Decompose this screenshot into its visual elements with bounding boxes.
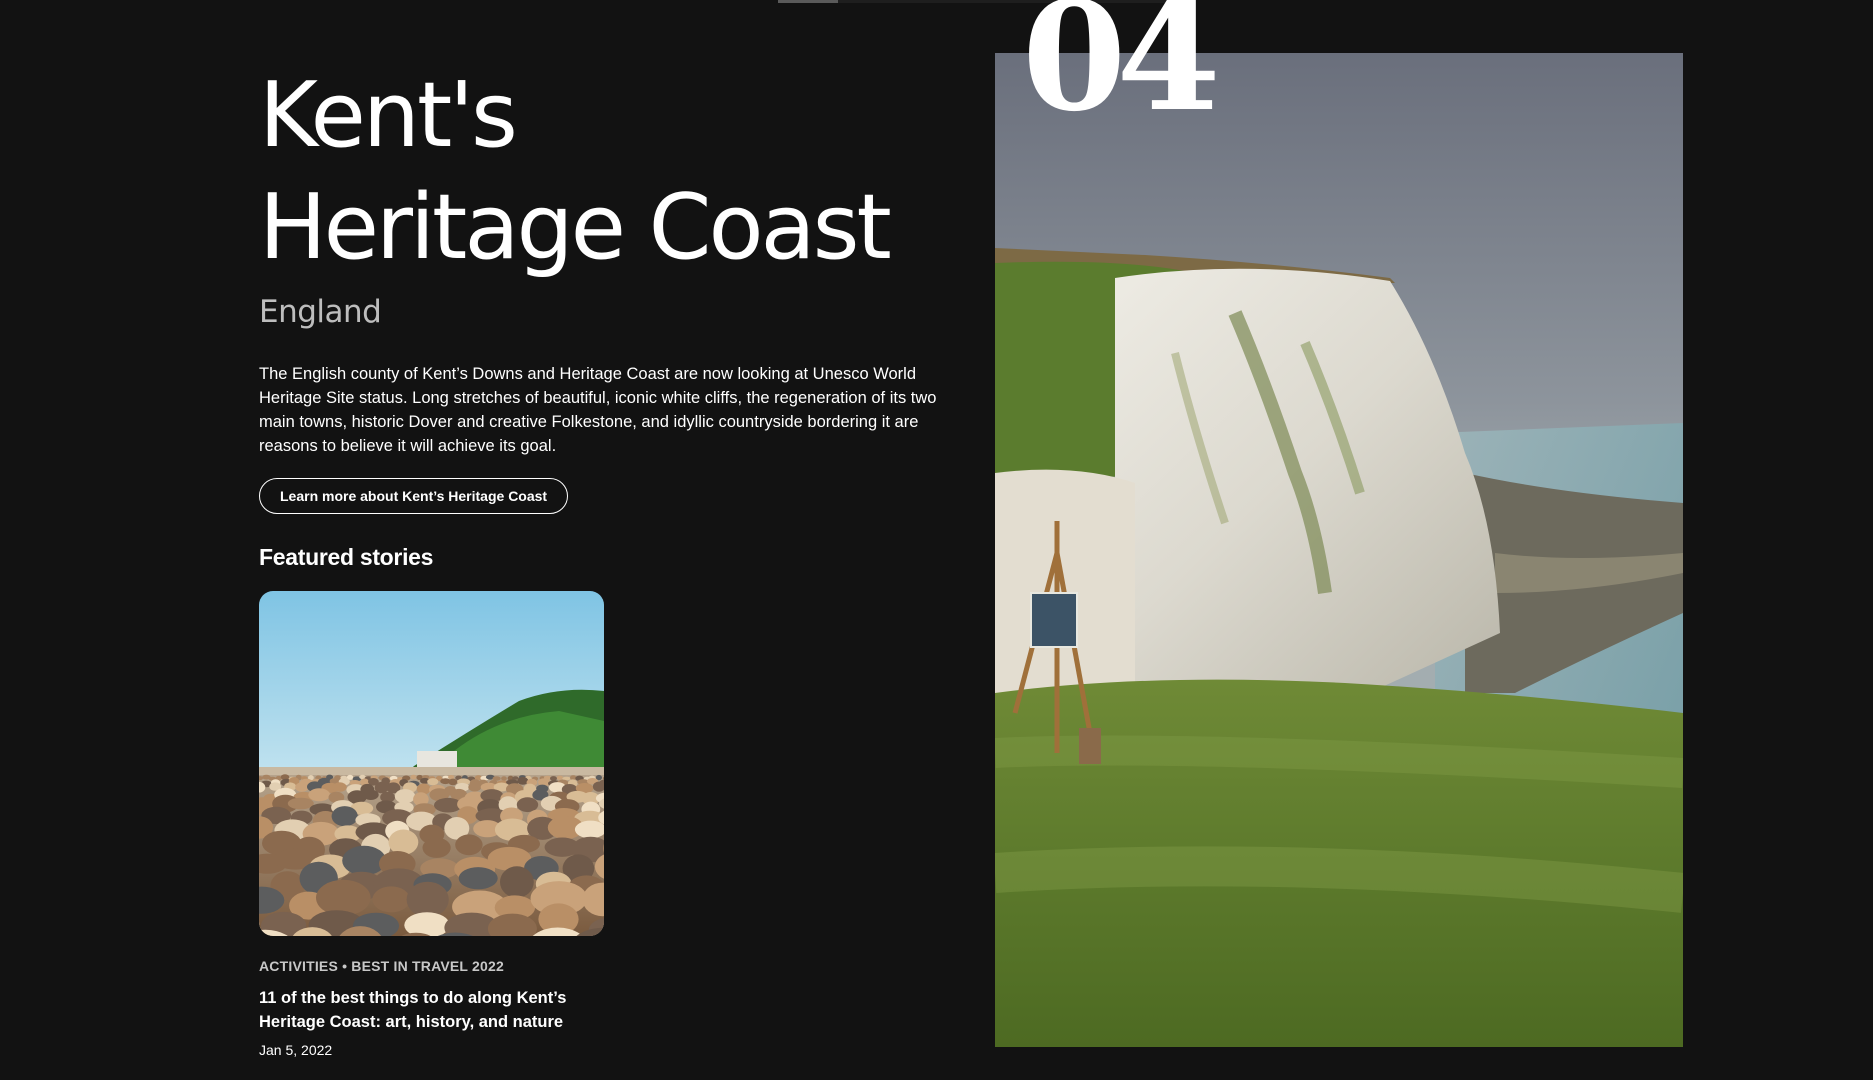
destination-info: Kent's Heritage Coast England The Englis… — [259, 60, 949, 1058]
pebble — [427, 778, 439, 786]
pebble — [332, 782, 347, 792]
pebble — [516, 797, 539, 813]
pebble — [316, 879, 371, 916]
pebble — [287, 797, 314, 810]
featured-stories-heading: Featured stories — [259, 544, 434, 570]
page: Kent's Heritage Coast England The Englis… — [0, 0, 1873, 1080]
pebble — [331, 806, 358, 827]
pebble — [500, 866, 534, 898]
story-category: ACTIVITIES • BEST IN TRAVEL 2022 — [259, 958, 504, 974]
pebble — [517, 777, 529, 785]
story-image-pebble-beach[interactable] — [259, 591, 604, 936]
story-date: Jan 5, 2022 — [259, 1042, 333, 1058]
pebble — [556, 775, 564, 780]
pebble — [342, 845, 386, 876]
pebble — [455, 834, 483, 856]
learn-more-button[interactable]: Learn more about Kent’s Heritage Coast — [259, 478, 569, 514]
pebble — [422, 837, 451, 858]
pebble — [458, 867, 498, 890]
hero-image-white-cliffs — [995, 53, 1683, 1047]
destination-rank-number: 04 — [1022, 0, 1221, 145]
pebble — [410, 774, 417, 780]
pebble — [308, 788, 331, 802]
pebble — [550, 776, 557, 781]
pebble — [501, 776, 507, 781]
carousel-progress-fill — [778, 0, 838, 3]
pebble — [448, 775, 455, 780]
pebble — [295, 782, 309, 792]
destination-description: The English county of Kent’s Downs and H… — [259, 365, 937, 455]
story-title[interactable]: 11 of the best things to do along Kent’s… — [259, 986, 579, 1034]
pebble — [372, 886, 410, 913]
story-card[interactable]: ACTIVITIES • BEST IN TRAVEL 2022 11 of t… — [259, 591, 604, 1058]
pebble — [512, 776, 519, 780]
pebble — [394, 789, 416, 804]
pebble — [406, 881, 449, 918]
destination-title: Kent's Heritage Coast — [259, 63, 892, 280]
pebble — [468, 782, 482, 792]
pebble — [362, 789, 379, 800]
destination-country: England — [259, 294, 382, 330]
pebble — [448, 778, 458, 786]
pebble — [388, 829, 419, 855]
